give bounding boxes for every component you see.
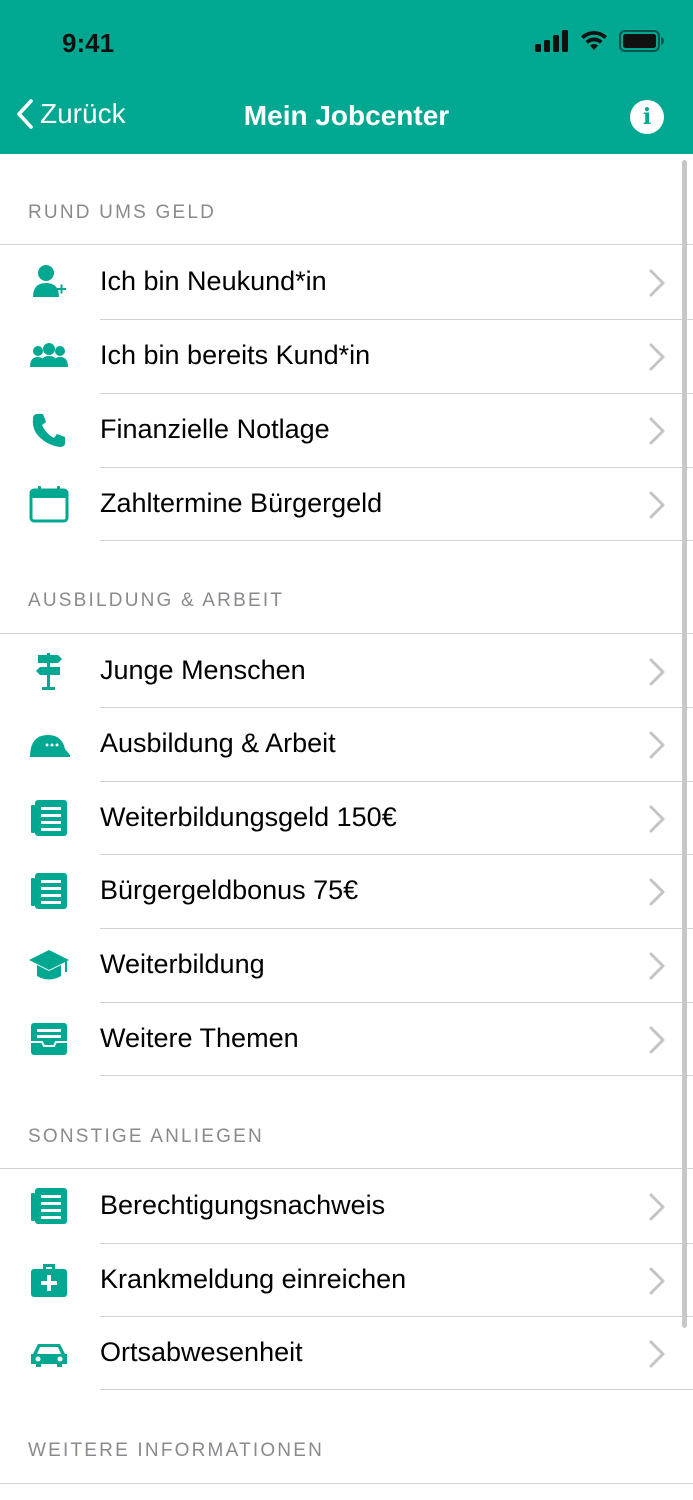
list-item-junge-menschen[interactable]: Junge Menschen xyxy=(0,634,693,708)
battery-icon xyxy=(619,30,664,52)
chevron-right-icon xyxy=(649,805,665,833)
separator xyxy=(100,1389,693,1390)
chevron-right-icon xyxy=(649,658,665,686)
chevron-right-icon xyxy=(649,731,665,759)
graduation-cap-icon xyxy=(28,946,70,984)
list-item-krankmeldung[interactable]: Krankmeldung einreichen xyxy=(0,1243,693,1317)
calendar-icon xyxy=(28,485,70,523)
list-item-bereits-kunde[interactable]: Ich bin bereits Kund*in xyxy=(0,319,693,393)
list-item-label: Zahltermine Bürgergeld xyxy=(100,488,383,518)
info-icon: i xyxy=(642,104,652,130)
list-item-finanzielle-notlage[interactable]: Finanzielle Notlage xyxy=(0,393,693,467)
list-item-label: Weitere Themen xyxy=(100,1023,299,1053)
list-item-label: Berechtigungsnachweis xyxy=(100,1190,386,1220)
separator xyxy=(0,1483,693,1484)
list-item-label: Ausbildung & Arbeit xyxy=(100,728,336,758)
phone-icon xyxy=(28,411,70,449)
document-list-icon xyxy=(28,799,70,837)
list-item-weitere-themen[interactable]: Weitere Themen xyxy=(0,1002,693,1076)
list-item-label: Ich bin Neukund*in xyxy=(100,266,327,296)
list-item-weiterbildungsgeld[interactable]: Weiterbildungsgeld 150€ xyxy=(0,781,693,855)
chevron-right-icon xyxy=(649,952,665,980)
list-item-label: Weiterbildungsgeld 150€ xyxy=(100,802,397,832)
list-item-zahltermine[interactable]: Zahltermine Bürgergeld xyxy=(0,467,693,541)
document-list-icon xyxy=(28,1187,70,1225)
chevron-right-icon xyxy=(649,1193,665,1221)
wifi-icon xyxy=(581,30,607,50)
chevron-right-icon xyxy=(649,1267,665,1295)
list-item-ortsabwesenheit[interactable]: Ortsabwesenheit xyxy=(0,1316,693,1390)
list-item-weiterbildung[interactable]: Weiterbildung xyxy=(0,928,693,1002)
chevron-right-icon xyxy=(649,1026,665,1054)
list-item-label: Junge Menschen xyxy=(100,655,306,685)
inbox-icon xyxy=(28,1020,70,1058)
list-item-ausbildung-arbeit[interactable]: Ausbildung & Arbeit xyxy=(0,707,693,781)
back-label: Zurück xyxy=(40,98,126,129)
list-item-neukunde[interactable]: Ich bin Neukund*in xyxy=(0,245,693,319)
group-icon xyxy=(28,337,70,375)
hard-hat-icon xyxy=(28,725,70,763)
scroll-indicator[interactable] xyxy=(682,160,687,1328)
list-item-label: Weiterbildung xyxy=(100,949,265,979)
list-item-buergergeldbonus[interactable]: Bürgergeldbonus 75€ xyxy=(0,854,693,928)
chevron-left-icon xyxy=(17,99,33,129)
list-item-label: Ich bin bereits Kund*in xyxy=(100,340,371,370)
navigation-bar: Zurück Mein Jobcenter i xyxy=(0,88,693,148)
chevron-right-icon xyxy=(649,491,665,519)
section-header-ausbildung-arbeit: AUSBILDUNG & ARBEIT xyxy=(28,590,285,611)
person-add-icon xyxy=(28,263,70,301)
signpost-icon xyxy=(28,652,70,690)
chevron-right-icon xyxy=(649,269,665,297)
chevron-right-icon xyxy=(649,343,665,371)
app-header: 9:41 Zurück Mein Jobcenter i xyxy=(0,0,693,154)
document-list-icon xyxy=(28,872,70,910)
status-icons xyxy=(535,30,665,52)
list-item-label: Finanzielle Notlage xyxy=(100,414,330,444)
section-header-weitere-informationen: WEITERE INFORMATIONEN xyxy=(28,1440,325,1461)
chevron-right-icon xyxy=(649,1340,665,1368)
list-item-label: Krankmeldung einreichen xyxy=(100,1264,407,1294)
menu-list[interactable]: RUND UMS GELD Ich bin Neukund*in Ich bin… xyxy=(0,154,693,1500)
car-icon xyxy=(28,1334,70,1372)
section-header-sonstige-anliegen: SONSTIGE ANLIEGEN xyxy=(28,1126,264,1147)
separator xyxy=(100,1075,693,1076)
chevron-right-icon xyxy=(649,878,665,906)
list-item-label: Ortsabwesenheit xyxy=(100,1337,303,1367)
separator xyxy=(100,540,693,541)
status-time: 9:41 xyxy=(62,28,115,58)
medical-kit-icon xyxy=(28,1261,70,1299)
back-button[interactable]: Zurück xyxy=(16,98,126,130)
chevron-right-icon xyxy=(649,417,665,445)
cellular-signal-icon xyxy=(535,30,568,52)
list-item-label: Bürgergeldbonus 75€ xyxy=(100,875,359,905)
list-item-berechtigungsnachweis[interactable]: Berechtigungsnachweis xyxy=(0,1169,693,1243)
info-button[interactable]: i xyxy=(630,100,664,134)
section-header-rund-ums-geld: RUND UMS GELD xyxy=(28,202,217,223)
